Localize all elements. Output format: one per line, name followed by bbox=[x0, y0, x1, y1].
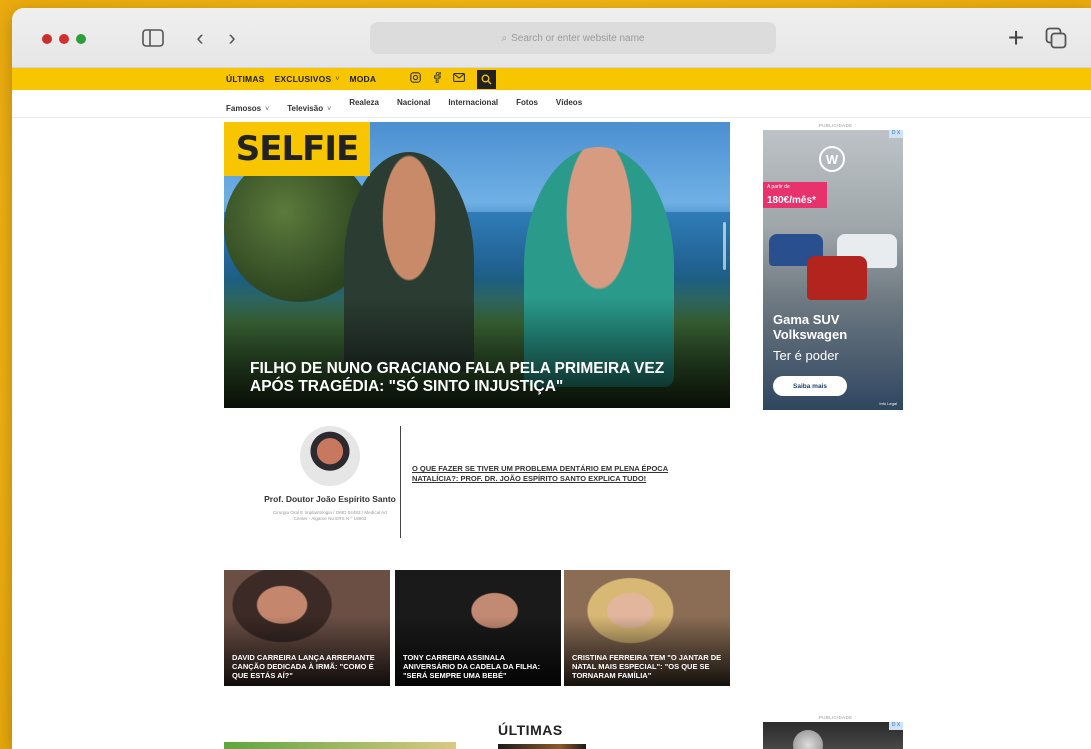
browser-window: ‹ › ⌕ Search or enter website name + ÚLT… bbox=[12, 8, 1091, 749]
address-bar[interactable]: ⌕ Search or enter website name bbox=[370, 22, 776, 54]
new-tab-icon[interactable]: + bbox=[1003, 22, 1029, 53]
author-name: Prof. Doutor João Espírito Santo bbox=[264, 494, 396, 504]
ad-cta-button[interactable]: Saiba mais bbox=[773, 376, 847, 396]
subnav-nacional[interactable]: Nacional bbox=[397, 98, 430, 116]
subnav-videos[interactable]: Vídeos bbox=[556, 98, 582, 116]
sponsored-headline[interactable]: O QUE FAZER SE TIVER UM PROBLEMA DENTÁRI… bbox=[412, 464, 692, 484]
section-title-ultimas: ÚLTIMAS bbox=[498, 722, 563, 738]
news-card[interactable]: CRISTINA FERREIRA TEM "O JANTAR DE NATAL… bbox=[564, 570, 730, 686]
instagram-icon[interactable] bbox=[410, 72, 421, 86]
carousel-indicator bbox=[723, 222, 726, 270]
watch-image bbox=[793, 730, 823, 749]
ad-tagline: Ter é poder bbox=[773, 348, 839, 363]
car-image bbox=[807, 256, 867, 300]
search-icon bbox=[481, 74, 492, 84]
card-title: CRISTINA FERREIRA TEM "O JANTAR DE NATAL… bbox=[572, 653, 722, 680]
article-thumbnail[interactable] bbox=[498, 744, 586, 749]
subnav-famosos[interactable]: Famosos bbox=[226, 104, 261, 113]
address-placeholder: Search or enter website name bbox=[511, 32, 645, 44]
forward-icon[interactable]: › bbox=[222, 24, 242, 52]
sponsor-author[interactable]: Prof. Doutor João Espírito Santo Cirurgi… bbox=[260, 426, 400, 538]
selfie-logo: SELFIE bbox=[224, 122, 370, 176]
browser-toolbar: ‹ › ⌕ Search or enter website name + bbox=[12, 8, 1091, 68]
news-card[interactable]: TONY CARREIRA ASSINALA ANIVERSÁRIO DA CA… bbox=[395, 570, 561, 686]
ad-headline: Gama SUV Volkswagen bbox=[773, 312, 848, 342]
minimize-window-button[interactable] bbox=[59, 34, 69, 44]
news-card[interactable]: DAVID CARREIRA LANÇA ARREPIANTE CANÇÃO D… bbox=[224, 570, 390, 686]
subnav-internacional[interactable]: Internacional bbox=[448, 98, 498, 116]
tab-overview-icon[interactable] bbox=[1043, 24, 1069, 52]
chevron-down-icon[interactable]: ˅ bbox=[265, 106, 269, 113]
zoom-window-button[interactable] bbox=[76, 34, 86, 44]
back-icon[interactable]: ‹ bbox=[190, 24, 210, 52]
avatar bbox=[300, 426, 360, 486]
ad-label: PUBLICIDADE bbox=[819, 123, 853, 128]
volkswagen-logo-icon: W bbox=[819, 146, 845, 172]
subnav-realeza[interactable]: Realeza bbox=[349, 98, 379, 116]
watch-ad[interactable]: D X bbox=[763, 722, 903, 749]
site-sub-nav: Famosos ˅ Televisão ˅ Realeza Nacional Int… bbox=[12, 90, 1091, 118]
subnav-televisao[interactable]: Televisão bbox=[287, 104, 323, 113]
adchoices-icon[interactable]: D X bbox=[889, 722, 903, 730]
hero-article[interactable]: SELFIE FILHO DE NUNO GRACIANO FALA PELA … bbox=[224, 122, 730, 408]
ad-price-tag: A partir de 180€/mês* bbox=[763, 182, 827, 208]
search-icon: ⌕ bbox=[501, 32, 508, 44]
adchoices-icon[interactable]: D X bbox=[889, 130, 903, 138]
close-window-button[interactable] bbox=[42, 34, 52, 44]
nav-exclusivos[interactable]: EXCLUSIVOS bbox=[275, 74, 332, 84]
chevron-down-icon[interactable]: ˅ bbox=[335, 76, 339, 83]
hero-title: FILHO DE NUNO GRACIANO FALA PELA PRIMEIR… bbox=[250, 360, 665, 395]
volkswagen-ad[interactable]: D X W A partir de 180€/mês* Gama SUV Vol… bbox=[763, 130, 903, 410]
facebook-icon[interactable] bbox=[433, 71, 442, 86]
site-top-nav: ÚLTIMAS EXCLUSIVOS ˅ MODA bbox=[12, 68, 1091, 90]
nav-moda[interactable]: MODA bbox=[349, 74, 376, 84]
sidebar-toggle-icon[interactable] bbox=[140, 24, 166, 52]
card-title: TONY CARREIRA ASSINALA ANIVERSÁRIO DA CA… bbox=[403, 653, 541, 680]
card-title: DAVID CARREIRA LANÇA ARREPIANTE CANÇÃO D… bbox=[232, 653, 375, 680]
ad-legal-link[interactable]: Info Legal bbox=[879, 401, 897, 406]
divider bbox=[400, 426, 401, 538]
article-thumbnail[interactable] bbox=[224, 742, 456, 749]
search-button[interactable] bbox=[477, 69, 497, 89]
ad-label: PUBLICIDADE bbox=[819, 715, 853, 720]
author-credentials: Cirurgia Oral E Implantologia / OMD 0448… bbox=[272, 510, 388, 521]
mail-icon[interactable] bbox=[453, 73, 466, 85]
nav-ultimas[interactable]: ÚLTIMAS bbox=[226, 74, 265, 84]
chevron-down-icon[interactable]: ˅ bbox=[327, 106, 331, 113]
subnav-fotos[interactable]: Fotos bbox=[516, 98, 538, 116]
